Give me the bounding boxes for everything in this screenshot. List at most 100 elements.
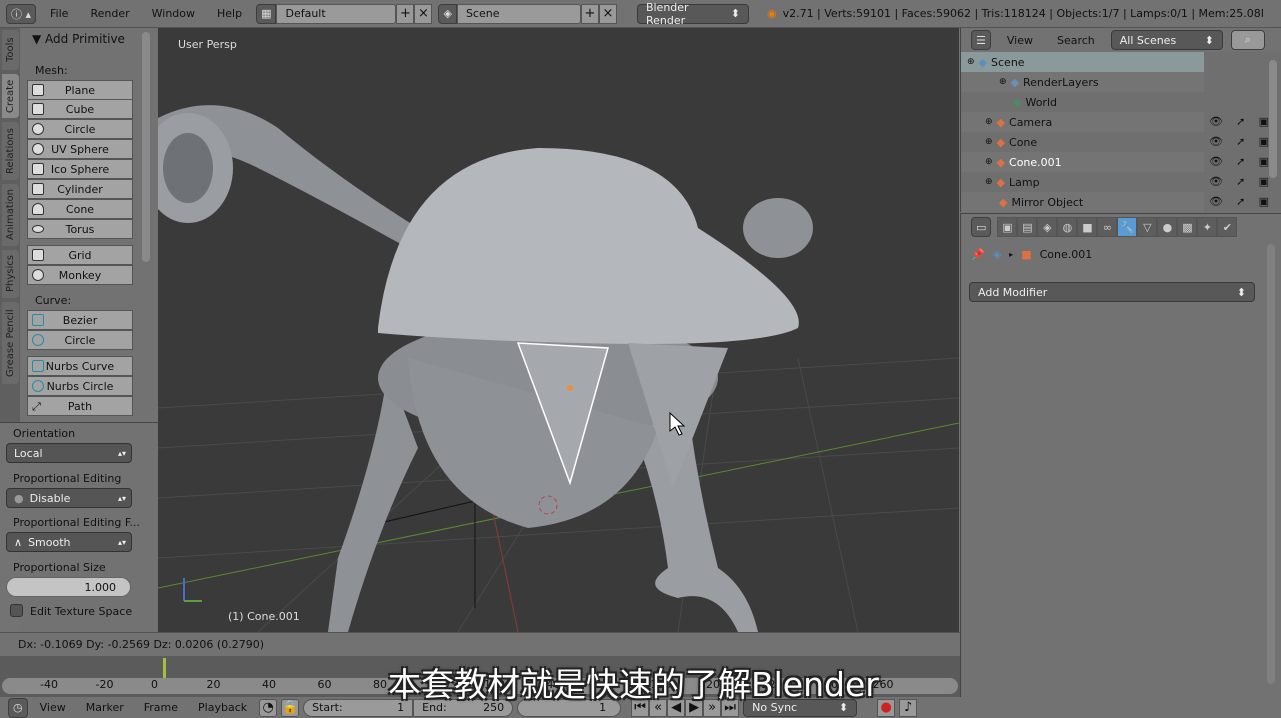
properties-tab-material-icon[interactable]: ● xyxy=(1157,217,1178,237)
lock-icon[interactable]: 🔒 xyxy=(281,698,300,717)
renderable-camera-icon[interactable]: ▣ xyxy=(1259,135,1269,148)
scene-field[interactable]: Scene xyxy=(456,3,581,24)
menu-frame[interactable]: Frame xyxy=(136,701,186,714)
properties-tab-scene-icon[interactable]: ◈ xyxy=(1037,217,1058,237)
menu-help[interactable]: Help xyxy=(209,7,250,20)
properties-tab-physics-icon[interactable]: ✔ xyxy=(1217,217,1238,237)
selectable-arrow-icon[interactable]: ➚ xyxy=(1236,175,1245,188)
visibility-eye-icon[interactable]: 👁 xyxy=(1209,175,1223,188)
add-nurbs-circle-button[interactable]: Nurbs Circle xyxy=(27,376,133,396)
outliner-menu-search[interactable]: Search xyxy=(1049,34,1103,47)
add-torus-button[interactable]: Torus xyxy=(27,219,133,239)
outliner-filter-dropdown[interactable]: All Scenes ⬍ xyxy=(1110,30,1223,50)
outliner-row[interactable]: ⊕ ◆ Scene xyxy=(961,52,1204,72)
add-cone-button[interactable]: Cone xyxy=(27,199,133,219)
render-engine-dropdown[interactable]: Blender Render ⬍ xyxy=(636,1,749,27)
outliner-row[interactable]: ⊕ ◆ RenderLayers xyxy=(961,72,1204,92)
properties-tab-render-icon[interactable]: ▣ xyxy=(997,217,1018,237)
tool-shelf-scrollbar[interactable] xyxy=(142,32,150,262)
outliner-row[interactable]: ⊕ ◆ Camera xyxy=(961,112,1204,132)
tab-physics[interactable]: Physics xyxy=(2,250,19,298)
expand-icon[interactable]: ⊕ xyxy=(999,77,1007,87)
add-path-button[interactable]: ⤢ Path xyxy=(27,396,133,416)
expand-icon[interactable]: ⊕ xyxy=(985,137,993,147)
scene-icon[interactable]: ◈ xyxy=(438,3,457,24)
properties-tab-object-icon[interactable]: ■ xyxy=(1077,217,1098,237)
tab-tools[interactable]: Tools xyxy=(2,30,19,70)
preview-range-icon[interactable]: ◔ xyxy=(259,698,278,717)
orientation-dropdown[interactable]: Local ▴▾ xyxy=(6,443,132,463)
add-monkey-button[interactable]: Monkey xyxy=(27,265,133,285)
renderable-camera-icon[interactable]: ▣ xyxy=(1259,115,1269,128)
proportional-falloff-dropdown[interactable]: ∧ Smooth ▴▾ xyxy=(6,532,132,552)
add-bezier-button[interactable]: Bezier xyxy=(27,310,133,330)
properties-scrollbar[interactable] xyxy=(1267,244,1275,684)
selectable-arrow-icon[interactable]: ➚ xyxy=(1236,155,1245,168)
menu-window[interactable]: Window xyxy=(144,7,203,20)
properties-editor-type-button[interactable]: ▭ xyxy=(971,217,992,237)
3d-viewport[interactable]: User Persp (1) Cone.001 xyxy=(158,28,959,632)
pin-icon[interactable]: 📌 xyxy=(971,248,985,261)
outliner-row[interactable]: ◆ World xyxy=(961,92,1204,112)
visibility-eye-icon[interactable]: 👁 xyxy=(1209,195,1223,208)
properties-tab-constraints-icon[interactable]: ∞ xyxy=(1097,217,1118,237)
add-layout-icon[interactable]: + xyxy=(396,3,415,24)
tab-create[interactable]: Create xyxy=(2,74,19,118)
outliner-row[interactable]: ⊕ ◆ Cone xyxy=(961,132,1204,152)
outliner-search-icon[interactable]: ⌕ xyxy=(1230,30,1265,50)
outliner-row[interactable]: ⊕ ◆ Lamp xyxy=(961,172,1204,192)
menu-render[interactable]: Render xyxy=(82,7,137,20)
proportional-editing-dropdown[interactable]: ● Disable ▴▾ xyxy=(6,488,132,508)
add-cylinder-button[interactable]: Cylinder xyxy=(27,179,133,199)
menu-file[interactable]: File xyxy=(42,7,76,20)
properties-tab-particles-icon[interactable]: ✦ xyxy=(1197,217,1218,237)
visibility-eye-icon[interactable]: 👁 xyxy=(1209,155,1223,168)
properties-tab-modifiers-icon[interactable]: 🔧 xyxy=(1117,217,1138,237)
visibility-eye-icon[interactable]: 👁 xyxy=(1209,115,1223,128)
selectable-arrow-icon[interactable]: ➚ xyxy=(1236,135,1245,148)
expand-icon[interactable]: ⊕ xyxy=(985,177,993,187)
add-nurbs-curve-button[interactable]: Nurbs Curve xyxy=(27,356,133,376)
remove-layout-icon[interactable]: × xyxy=(414,3,433,24)
tab-animation[interactable]: Animation xyxy=(2,184,19,246)
info-editor-type-button[interactable]: ⓘ ▴ xyxy=(6,3,37,24)
add-cube-button[interactable]: Cube xyxy=(27,99,133,119)
outliner-row[interactable]: ◆ Mirror Object xyxy=(961,192,1204,212)
properties-tab-render-layers-icon[interactable]: ▤ xyxy=(1017,217,1038,237)
add-scene-icon[interactable]: + xyxy=(580,3,599,24)
add-plane-button[interactable]: Plane xyxy=(27,80,133,100)
outliner-scrollbar[interactable] xyxy=(1269,60,1277,178)
keying-icon[interactable]: ♪ xyxy=(899,698,918,717)
selectable-arrow-icon[interactable]: ➚ xyxy=(1236,195,1245,208)
tab-relations[interactable]: Relations xyxy=(2,122,19,180)
renderable-camera-icon[interactable]: ▣ xyxy=(1259,155,1269,168)
selectable-arrow-icon[interactable]: ➚ xyxy=(1236,115,1245,128)
menu-playback[interactable]: Playback xyxy=(190,701,255,714)
add-primitive-header[interactable]: ▼ Add Primitive xyxy=(32,32,125,46)
expand-icon[interactable]: ⊕ xyxy=(985,117,993,127)
layout-icon[interactable]: ▦ xyxy=(256,3,277,24)
properties-tab-data-icon[interactable]: ▽ xyxy=(1137,217,1158,237)
menu-view[interactable]: View xyxy=(32,701,74,714)
add-ico-sphere-button[interactable]: Ico Sphere xyxy=(27,159,133,179)
record-icon[interactable]: ● xyxy=(877,698,896,717)
current-frame-marker[interactable] xyxy=(163,658,166,678)
expand-icon[interactable]: ⊕ xyxy=(985,157,993,167)
properties-tab-texture-icon[interactable]: ▩ xyxy=(1177,217,1198,237)
add-uv-sphere-button[interactable]: UV Sphere xyxy=(27,139,133,159)
add-grid-button[interactable]: Grid xyxy=(27,245,133,265)
tab-grease-pencil[interactable]: Grease Pencil xyxy=(2,302,19,384)
menu-marker[interactable]: Marker xyxy=(78,701,132,714)
add-bezier-circle-button[interactable]: Circle xyxy=(27,330,133,350)
proportional-size-field[interactable]: 1.000 xyxy=(6,577,131,597)
outliner-row[interactable]: ⊕ ◆ Cone.001 xyxy=(961,152,1204,172)
outliner-menu-view[interactable]: View xyxy=(999,34,1041,47)
add-circle-button[interactable]: Circle xyxy=(27,119,133,139)
visibility-eye-icon[interactable]: 👁 xyxy=(1209,135,1223,148)
outliner-editor-type-button[interactable]: ☰ xyxy=(971,30,991,50)
timeline-editor-type-button[interactable]: ◷ xyxy=(8,697,28,718)
add-modifier-dropdown[interactable]: Add Modifier ⬍ xyxy=(969,282,1255,302)
edit-texture-space-checkbox[interactable] xyxy=(10,604,23,617)
expand-icon[interactable]: ⊕ xyxy=(967,57,975,67)
remove-scene-icon[interactable]: × xyxy=(598,3,617,24)
